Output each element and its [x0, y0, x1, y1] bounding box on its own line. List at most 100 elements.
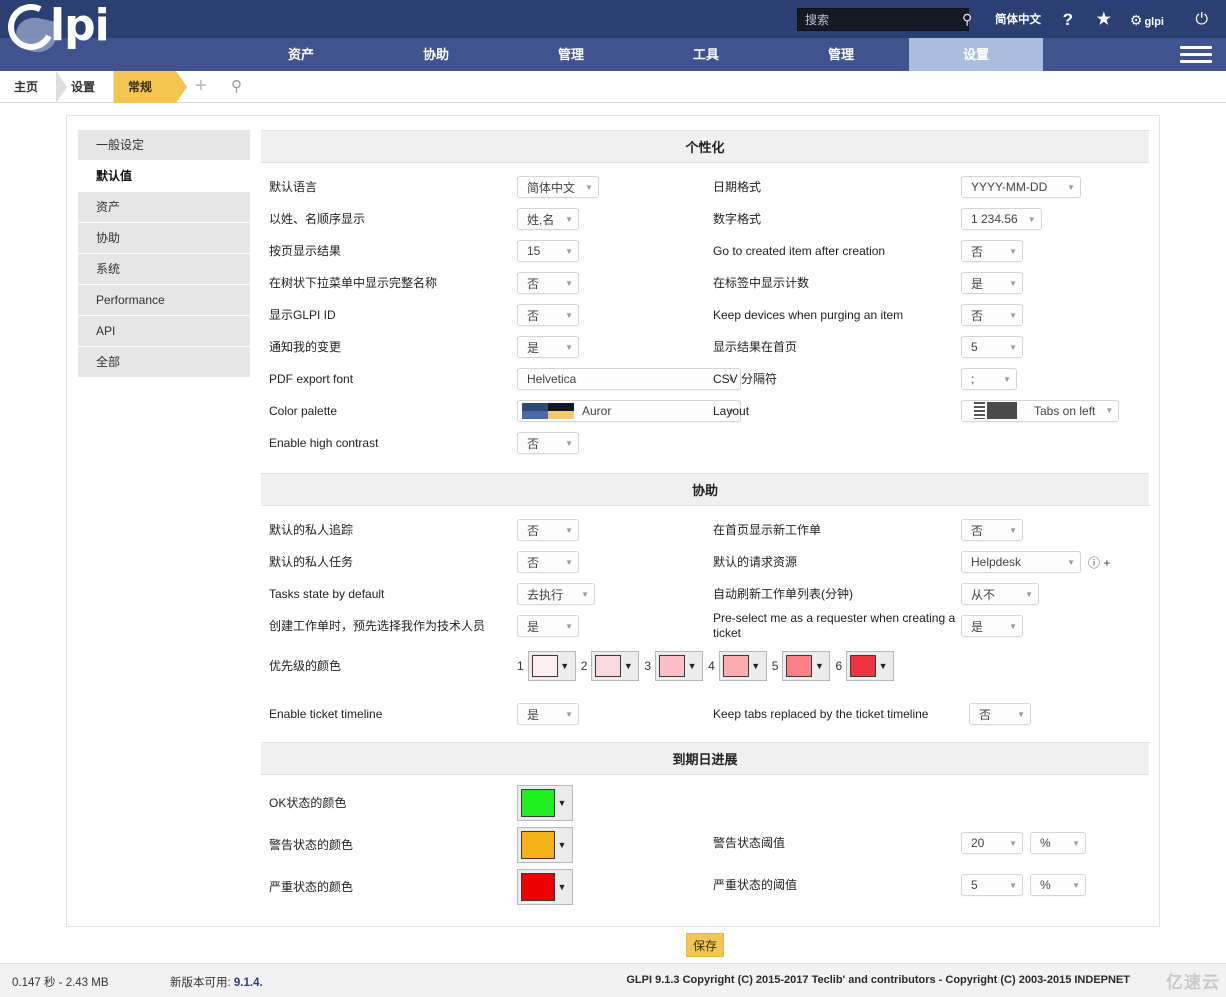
favorites-star-icon[interactable]: ★: [1097, 8, 1111, 32]
info-add-icon[interactable]: ⓘ +: [1088, 554, 1110, 571]
search-tab-icon[interactable]: ⚲: [231, 71, 242, 103]
field-label: PDF export font: [269, 371, 354, 386]
nav-tab-tools[interactable]: 工具: [639, 38, 773, 71]
full-name-dropdown-select[interactable]: 否 ▼: [517, 272, 579, 294]
select-value: 否: [527, 436, 540, 451]
field-label: 默认语言: [269, 179, 318, 194]
user-preferences[interactable]: ⚙ glpi: [1130, 8, 1164, 32]
priority-color-3: 3 ▼: [644, 651, 704, 681]
results-on-home-select[interactable]: 5 ▼: [961, 336, 1023, 358]
select-value: 简体中文: [527, 180, 576, 195]
results-per-page-select[interactable]: 15 ▼: [517, 240, 579, 262]
field-label: 按页显示结果: [269, 243, 342, 258]
global-search[interactable]: ⚲: [797, 8, 972, 31]
layout-preview-icon: [966, 402, 1026, 420]
new-version-number[interactable]: 9.1.4.: [234, 977, 263, 989]
high-contrast-select[interactable]: 否 ▼: [517, 432, 579, 454]
priority-color-picker[interactable]: ▼: [591, 651, 640, 681]
tasks-state-default-select[interactable]: 去执行 ▼: [517, 583, 595, 605]
nav-tab-assets[interactable]: 资产: [234, 38, 368, 71]
sidebar-item-all[interactable]: 全部: [78, 347, 250, 378]
language-indicator[interactable]: 简体中文: [995, 8, 1041, 32]
keep-devices-purge-select[interactable]: 否 ▼: [961, 304, 1023, 326]
warning-threshold-select[interactable]: 20 ▼: [961, 832, 1023, 854]
menu-burger-icon[interactable]: [1180, 46, 1212, 64]
field-preselect-technician: 创建工作单时，预先选择我作为技术人员 是 ▼: [261, 610, 705, 642]
breadcrumb-home-label: 主页: [14, 80, 39, 94]
sidebar-item-defaults[interactable]: 默认值: [78, 161, 250, 192]
display-glpi-id-select[interactable]: 否 ▼: [517, 304, 579, 326]
sidebar-item-performance[interactable]: Performance: [78, 285, 250, 316]
sidebar-item-system[interactable]: 系统: [78, 254, 250, 285]
warning-threshold-unit-select[interactable]: % ▼: [1030, 832, 1086, 854]
field-label: 优先级的颜色: [269, 658, 342, 673]
select-value: Helvetica: [527, 372, 577, 386]
critical-threshold-unit-select[interactable]: % ▼: [1030, 874, 1086, 896]
priority-number: 3: [644, 659, 652, 673]
enable-ticket-timeline-select[interactable]: 是 ▼: [517, 703, 579, 725]
select-value: 否: [971, 244, 984, 259]
chevron-down-icon: ▼: [1067, 557, 1075, 567]
name-order-select[interactable]: 姓,名 ▼: [517, 208, 579, 230]
layout-select[interactable]: Tabs on left ▼: [961, 399, 1120, 422]
show-count-tabs-select[interactable]: 是 ▼: [961, 272, 1023, 294]
nav-tab-assistance[interactable]: 协助: [369, 38, 503, 71]
priority-color-picker[interactable]: ▼: [782, 651, 831, 681]
preselect-technician-select[interactable]: 是 ▼: [517, 615, 579, 637]
priority-color-picker[interactable]: ▼: [718, 651, 767, 681]
default-request-source-select[interactable]: Helpdesk ▼: [961, 551, 1081, 573]
add-tab-icon[interactable]: +: [195, 71, 207, 103]
field-label: 严重状态的阈值: [713, 877, 798, 892]
nav-tab-admin[interactable]: 管理: [774, 38, 908, 71]
field-show-count-tabs: 在标签中显示计数 是 ▼: [705, 267, 1149, 299]
select-value: 是: [527, 707, 540, 722]
chevron-down-icon: ▼: [878, 661, 888, 671]
field-label: 通知我的变更: [269, 339, 342, 354]
priority-color-picker[interactable]: ▼: [655, 651, 704, 681]
warning-color-picker[interactable]: ▼: [517, 827, 573, 863]
field-label: Layout: [713, 403, 750, 418]
logout-power-icon[interactable]: ⏻: [1195, 8, 1208, 32]
priority-colors-group: 1 ▼ 2 ▼ 3 ▼ 4 ▼ 5 ▼ 6 ▼: [517, 651, 899, 681]
ok-color-picker[interactable]: ▼: [517, 785, 573, 821]
field-label: CSV 分隔符: [713, 371, 778, 386]
default-private-followup-select[interactable]: 否 ▼: [517, 519, 579, 541]
auto-refresh-ticket-list-select[interactable]: 从不 ▼: [961, 583, 1039, 605]
sidebar-item-api[interactable]: API: [78, 316, 250, 347]
nav-tab-management[interactable]: 管理: [504, 38, 638, 71]
critical-threshold-select[interactable]: 5 ▼: [961, 874, 1023, 896]
sidebar-item-assistance[interactable]: 协助: [78, 223, 250, 254]
nav-tab-settings[interactable]: 设置: [909, 38, 1043, 71]
field-label: 默认的私人任务: [269, 554, 354, 569]
priority-color-picker[interactable]: ▼: [846, 651, 895, 681]
priority-color-picker[interactable]: ▼: [527, 651, 576, 681]
show-new-ticket-home-select[interactable]: 否 ▼: [961, 519, 1023, 541]
field-notify-my-changes: 通知我的变更 是 ▼: [261, 331, 705, 363]
date-format-select[interactable]: YYYY-MM-DD ▼: [961, 176, 1081, 198]
preselect-requester-select[interactable]: 是 ▼: [961, 615, 1023, 637]
search-icon[interactable]: ⚲: [962, 11, 972, 28]
breadcrumb-item-settings[interactable]: 设置: [57, 71, 124, 103]
field-default-private-task: 默认的私人任务 否 ▼: [261, 546, 705, 578]
save-button[interactable]: 保存: [686, 933, 724, 957]
default-language-select[interactable]: 简体中文 ▼: [517, 176, 599, 198]
critical-color-picker[interactable]: ▼: [517, 869, 573, 905]
search-input[interactable]: [798, 11, 962, 28]
default-private-task-select[interactable]: 否 ▼: [517, 551, 579, 573]
notify-my-changes-select[interactable]: 是 ▼: [517, 336, 579, 358]
csv-delimiter-select[interactable]: ; ▼: [961, 368, 1017, 390]
number-format-select[interactable]: 1 234.56 ▼: [961, 208, 1042, 230]
palette-preview-icon: [522, 403, 574, 419]
breadcrumb-item-home[interactable]: 主页: [0, 71, 67, 103]
chevron-down-icon: ▼: [565, 621, 573, 631]
field-results-per-page: 按页显示结果 15 ▼: [261, 235, 705, 267]
chevron-down-icon: ▼: [581, 589, 589, 599]
goto-created-item-select[interactable]: 否 ▼: [961, 240, 1023, 262]
breadcrumb-item-general[interactable]: 常规: [114, 71, 187, 103]
keep-tabs-timeline-select[interactable]: 否 ▼: [969, 703, 1031, 725]
help-icon[interactable]: ?: [1063, 8, 1073, 32]
sidebar-item-general[interactable]: 一般设定: [78, 130, 250, 161]
glpi-logo[interactable]: lpi: [2, 0, 126, 62]
field-label: 自动刷新工作单列表(分钟): [713, 586, 853, 601]
sidebar-item-assets[interactable]: 资产: [78, 192, 250, 223]
